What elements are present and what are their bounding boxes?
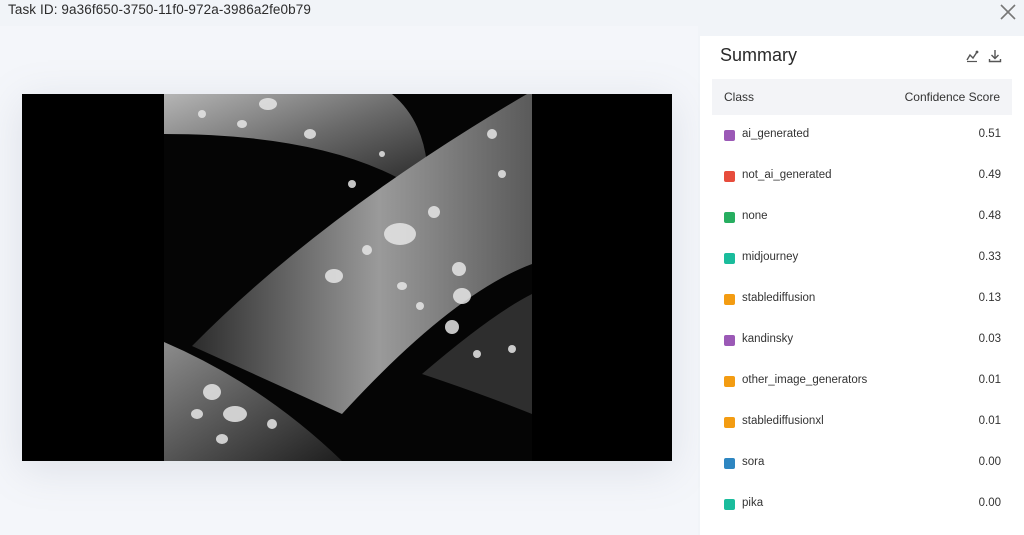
download-icon[interactable] <box>987 48 1003 64</box>
confidence-score: 0.01 <box>978 415 1001 427</box>
table-row: kandinsky 0.03 <box>712 320 1012 361</box>
class-color-swatch <box>724 417 735 428</box>
confidence-score: 0.03 <box>978 333 1001 345</box>
confidence-score: 0.00 <box>978 456 1001 468</box>
leaf-photo-illustration <box>22 94 672 461</box>
class-label: stablediffusion <box>742 292 816 304</box>
class-label: ai_generated <box>742 128 810 140</box>
class-label: kandinsky <box>742 333 794 345</box>
top-bar: Task ID: 9a36f650-3750-11f0-972a-3986a2f… <box>0 0 1024 26</box>
column-header-score: Confidence Score <box>904 90 1000 104</box>
class-label: pika <box>742 497 764 509</box>
class-color-swatch <box>724 335 735 346</box>
class-color-swatch <box>724 294 735 305</box>
task-id-label: Task ID: 9a36f650-3750-11f0-972a-3986a2f… <box>8 2 311 17</box>
class-label: midjourney <box>742 251 799 263</box>
summary-title: Summary <box>720 45 798 65</box>
table-row: pika 0.00 <box>712 484 1012 525</box>
table-row: sora 0.00 <box>712 443 1012 484</box>
close-icon[interactable] <box>998 2 1018 22</box>
summary-panel: Summary Class Confidence Score ai_genera… <box>700 36 1024 535</box>
class-color-swatch <box>724 130 735 141</box>
class-label: sora <box>742 456 765 468</box>
table-row: midjourney 0.33 <box>712 238 1012 279</box>
confidence-score: 0.13 <box>978 292 1001 304</box>
class-label: none <box>742 210 768 222</box>
class-color-swatch <box>724 171 735 182</box>
class-label: not_ai_generated <box>742 169 832 181</box>
confidence-score: 0.33 <box>978 251 1001 263</box>
confidence-score: 0.51 <box>978 128 1001 140</box>
class-label: other_image_generators <box>742 374 868 386</box>
table-row: other_image_generators 0.01 <box>712 361 1012 402</box>
confidence-score: 0.00 <box>978 497 1001 509</box>
class-color-swatch <box>724 212 735 223</box>
summary-header: Summary <box>700 36 1024 78</box>
table-row: none 0.48 <box>712 197 1012 238</box>
confidence-score: 0.49 <box>978 169 1001 181</box>
image-pane <box>0 26 698 535</box>
table-row: stablediffusionxl 0.01 <box>712 402 1012 443</box>
table-header: Class Confidence Score <box>712 79 1012 115</box>
confidence-score: 0.48 <box>978 210 1001 222</box>
table-row: not_ai_generated 0.49 <box>712 156 1012 197</box>
class-color-swatch <box>724 499 735 510</box>
table-row: ai_generated 0.51 <box>712 115 1012 156</box>
column-header-class: Class <box>724 90 755 104</box>
class-score-table: ai_generated 0.51 not_ai_generated 0.49 … <box>712 115 1012 525</box>
chart-icon[interactable] <box>964 48 980 64</box>
class-color-swatch <box>724 253 735 264</box>
class-color-swatch <box>724 376 735 387</box>
image-preview <box>22 94 672 461</box>
table-row: stablediffusion 0.13 <box>712 279 1012 320</box>
class-label: stablediffusionxl <box>742 415 824 427</box>
confidence-score: 0.01 <box>978 374 1001 386</box>
class-color-swatch <box>724 458 735 469</box>
